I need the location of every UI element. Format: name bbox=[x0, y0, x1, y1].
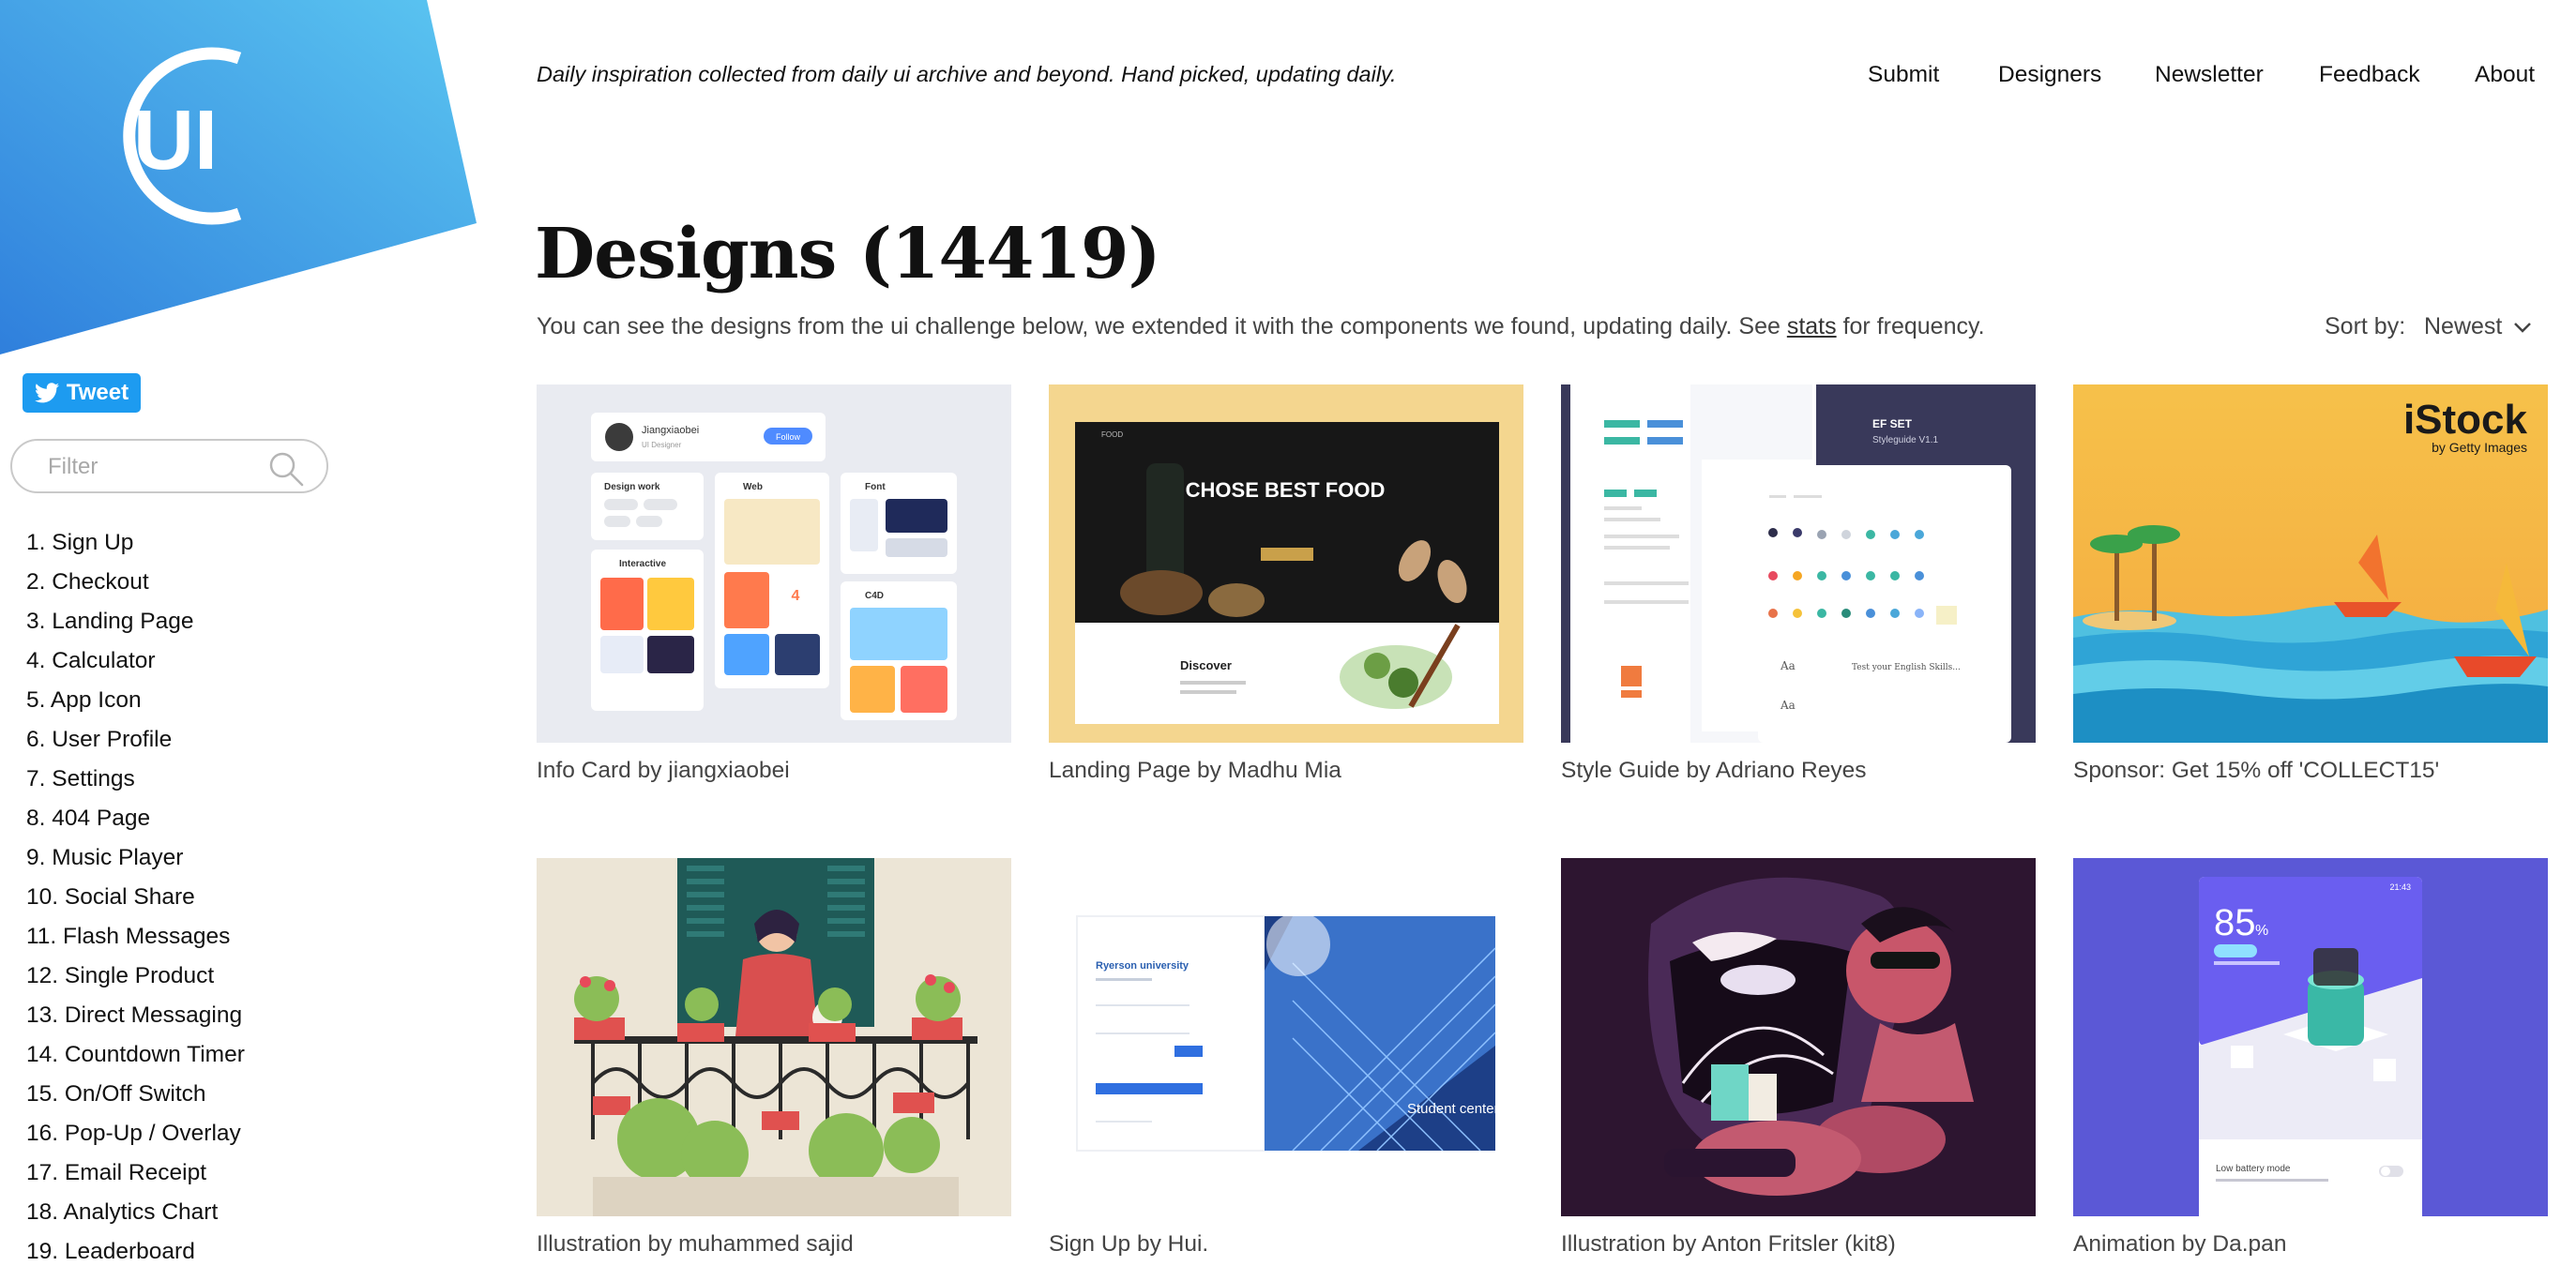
thumb-text: 85 bbox=[2214, 902, 2256, 943]
design-thumbnail[interactable]: Ryerson university Student center. bbox=[1049, 858, 1523, 1216]
thumb-text: Low battery mode bbox=[2216, 1164, 2291, 1174]
challenge-item[interactable]: 5. App Icon bbox=[26, 681, 245, 720]
challenge-list: 1. Sign Up 2. Checkout 3. Landing Page 4… bbox=[26, 523, 245, 1266]
thumb-text: Student center. bbox=[1407, 1101, 1502, 1117]
thumb-text: Test your English Skills... bbox=[1852, 663, 1961, 672]
thumb-text: FOOD bbox=[1101, 430, 1123, 439]
design-caption[interactable]: Sign Up by Hui. bbox=[1049, 1231, 1523, 1258]
design-thumbnail[interactable]: Jiangxiaobei UI Designer Follow Design w… bbox=[537, 384, 1011, 743]
thumb-text: Discover bbox=[1180, 658, 1232, 672]
design-thumbnail[interactable] bbox=[537, 858, 1011, 1216]
logo[interactable]: UI bbox=[0, 0, 488, 366]
nav-submit[interactable]: Submit bbox=[1868, 62, 1939, 88]
thumb-text: Web bbox=[743, 482, 763, 492]
thumb-text: Font bbox=[865, 482, 886, 492]
design-thumbnail[interactable]: iStock by Getty Images bbox=[2073, 384, 2548, 743]
challenge-item[interactable]: 6. User Profile bbox=[26, 720, 245, 760]
design-thumbnail[interactable]: FOOD CHOSE BEST FOOD Discover bbox=[1049, 384, 1523, 743]
design-card[interactable]: FOOD CHOSE BEST FOOD Discover Landing Pa… bbox=[1049, 384, 1523, 784]
chevron-down-icon bbox=[2514, 322, 2532, 333]
twitter-bird-icon bbox=[34, 383, 59, 403]
challenge-item[interactable]: 14. Countdown Timer bbox=[26, 1035, 245, 1075]
thumb-text: by Getty Images bbox=[2432, 440, 2527, 455]
challenge-item[interactable]: 9. Music Player bbox=[26, 838, 245, 878]
design-thumbnail[interactable]: 21:43 85 % Low battery mode bbox=[2073, 858, 2548, 1216]
design-card[interactable]: 21:43 85 % Low battery mode Animation by… bbox=[2073, 858, 2548, 1258]
thumb-text: Ryerson university bbox=[1096, 960, 1190, 972]
sort-value: Newest bbox=[2424, 313, 2503, 339]
filter-field[interactable] bbox=[10, 439, 328, 493]
challenge-item[interactable]: 17. Email Receipt bbox=[26, 1153, 245, 1193]
page-title: Designs (14419) bbox=[535, 214, 1160, 294]
sort-select[interactable]: Newest bbox=[2424, 313, 2532, 340]
challenge-item[interactable]: 1. Sign Up bbox=[26, 523, 245, 563]
sidebar: UI Tweet 1. Sign Up 2. Checkout 3. Landi… bbox=[0, 0, 488, 1266]
challenge-item[interactable]: 8. 404 Page bbox=[26, 799, 245, 838]
nav-newsletter[interactable]: Newsletter bbox=[2155, 62, 2264, 88]
thumb-text: 21:43 bbox=[2389, 882, 2411, 892]
subtitle-text: You can see the designs from the ui chal… bbox=[537, 313, 1787, 339]
nav-designers[interactable]: Designers bbox=[1998, 62, 2101, 88]
svg-text:Aa: Aa bbox=[1780, 699, 1796, 712]
subtitle-text-end: for frequency. bbox=[1836, 313, 1985, 339]
logo-text: UI bbox=[133, 94, 218, 188]
design-thumbnail[interactable]: EF SET Styleguide V1.1 Aa Aa Test your E… bbox=[1561, 384, 2036, 743]
filter-input[interactable] bbox=[48, 450, 254, 484]
svg-text:%: % bbox=[2255, 923, 2268, 939]
thumb-text: C4D bbox=[865, 591, 884, 601]
thumb-text: 4 bbox=[792, 588, 800, 604]
nav-feedback[interactable]: Feedback bbox=[2319, 62, 2420, 88]
search-icon[interactable] bbox=[267, 450, 305, 488]
design-card[interactable]: Jiangxiaobei UI Designer Follow Design w… bbox=[537, 384, 1011, 784]
tweet-button[interactable]: Tweet bbox=[23, 373, 141, 413]
thumb-text: Interactive bbox=[619, 559, 666, 569]
design-caption[interactable]: Landing Page by Madhu Mia bbox=[1049, 758, 1523, 784]
thumb-text: Jiangxiaobei bbox=[642, 425, 699, 436]
challenge-item[interactable]: 13. Direct Messaging bbox=[26, 996, 245, 1035]
thumb-text: Design work bbox=[604, 482, 660, 492]
challenge-item[interactable]: 2. Checkout bbox=[26, 563, 245, 602]
challenge-item[interactable]: 15. On/Off Switch bbox=[26, 1075, 245, 1114]
nav-about[interactable]: About bbox=[2475, 62, 2535, 88]
design-card[interactable]: iStock by Getty Images Sponsor: Get 15% … bbox=[2073, 384, 2548, 784]
design-caption[interactable]: Sponsor: Get 15% off 'COLLECT15' bbox=[2073, 758, 2548, 784]
design-card[interactable]: EF SET Styleguide V1.1 Aa Aa Test your E… bbox=[1561, 384, 2036, 784]
challenge-item[interactable]: 18. Analytics Chart bbox=[26, 1193, 245, 1232]
thumb-text: UI Designer bbox=[642, 441, 682, 449]
thumb-text: Styleguide V1.1 bbox=[1872, 435, 1938, 445]
challenge-item[interactable]: 11. Flash Messages bbox=[26, 917, 245, 957]
challenge-item[interactable]: 10. Social Share bbox=[26, 878, 245, 917]
challenge-item[interactable]: 4. Calculator bbox=[26, 641, 245, 681]
design-caption[interactable]: Style Guide by Adriano Reyes bbox=[1561, 758, 2036, 784]
challenge-item[interactable]: 16. Pop-Up / Overlay bbox=[26, 1114, 245, 1153]
design-thumbnail[interactable] bbox=[1561, 858, 2036, 1216]
logo-graphic: UI bbox=[0, 0, 477, 354]
tweet-label: Tweet bbox=[66, 380, 129, 405]
design-card[interactable]: Illustration by Anton Fritsler (kit8) bbox=[1561, 858, 2036, 1258]
site-tagline: Daily inspiration collected from daily u… bbox=[537, 62, 1397, 86]
sort-label: Sort by: bbox=[2325, 313, 2406, 339]
challenge-item[interactable]: 3. Landing Page bbox=[26, 602, 245, 641]
design-caption[interactable]: Illustration by Anton Fritsler (kit8) bbox=[1561, 1231, 2036, 1258]
sponsor-logo-text: iStock bbox=[2403, 397, 2528, 443]
svg-text:Aa: Aa bbox=[1780, 659, 1796, 672]
thumb-text: EF SET bbox=[1872, 417, 1913, 430]
design-card[interactable]: Ryerson university Student center. Sign … bbox=[1049, 858, 1523, 1258]
thumb-text: Follow bbox=[776, 432, 801, 442]
design-caption[interactable]: Info Card by jiangxiaobei bbox=[537, 758, 1011, 784]
thumb-text: CHOSE BEST FOOD bbox=[1186, 478, 1386, 502]
challenge-item[interactable]: 12. Single Product bbox=[26, 957, 245, 996]
page-subtitle: You can see the designs from the ui chal… bbox=[537, 313, 1985, 340]
design-caption[interactable]: Illustration by muhammed sajid bbox=[537, 1231, 1011, 1258]
stats-link[interactable]: stats bbox=[1787, 313, 1837, 339]
design-caption[interactable]: Animation by Da.pan bbox=[2073, 1231, 2548, 1258]
design-card[interactable]: Illustration by muhammed sajid bbox=[537, 858, 1011, 1258]
challenge-item[interactable]: 19. Leaderboard bbox=[26, 1232, 245, 1266]
challenge-item[interactable]: 7. Settings bbox=[26, 760, 245, 799]
